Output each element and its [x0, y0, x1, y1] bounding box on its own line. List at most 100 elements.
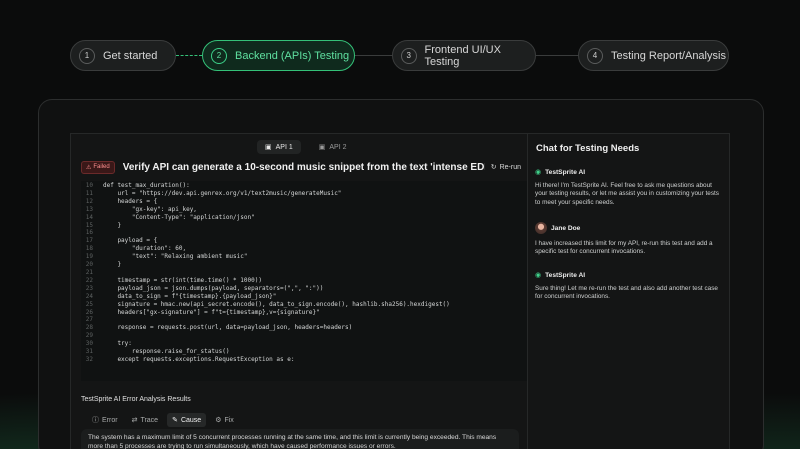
line-number: 20: [85, 261, 93, 269]
code-text: }: [103, 221, 122, 229]
chat-panel: Chat for Testing Needs ◉ TestSprite AI H…: [527, 134, 729, 449]
code-line: 13 "gx-key": api_key,: [81, 206, 527, 214]
code-line: 32 except requests.exceptions.RequestExc…: [81, 356, 527, 364]
chat-message: ◉ TestSprite AI Hi there! I'm TestSprite…: [535, 168, 725, 207]
avatar: [535, 222, 547, 234]
bot-icon: ◉: [535, 169, 542, 176]
tab-label: Trace: [140, 416, 159, 424]
tab-label: Cause: [180, 416, 202, 424]
line-number: 26: [85, 308, 93, 316]
fix-icon: ⚙: [215, 417, 222, 424]
code-text: try:: [103, 340, 132, 348]
code-line: 10 def test_max_duration():: [81, 182, 527, 190]
chat-title: Chat for Testing Needs: [536, 143, 640, 154]
step-label: Testing Report/Analysis: [611, 49, 726, 62]
step-label: Backend (APIs) Testing: [235, 49, 350, 62]
tab-api-1[interactable]: ▣ API 1: [257, 140, 301, 154]
code-line: 17 payload = {: [81, 237, 527, 245]
line-number: 18: [85, 245, 93, 253]
code-text: url = "https://dev.api.genrex.org/v1/tex…: [103, 189, 342, 197]
line-number: 19: [85, 253, 93, 261]
trace-icon: ⇄: [131, 417, 138, 424]
code-line: 29: [81, 332, 527, 340]
analysis-tabs: ⓘ Error ⇄ Trace ✎ Cause ⚙ Fix: [87, 413, 239, 427]
message-sender: Jane Doe: [535, 222, 725, 234]
step-label: Frontend UI/UX Testing: [424, 43, 501, 68]
line-number: 24: [85, 292, 93, 300]
line-number: 11: [85, 189, 93, 197]
code-text: "text": "Relaxing ambient music": [103, 253, 248, 261]
code-line: 31 response.raise_for_status(): [81, 348, 527, 356]
test-title-bar: ⚠ Failed Verify API can generate a 10-se…: [81, 159, 521, 175]
code-text: def test_max_duration():: [103, 182, 190, 189]
camera-icon: ▣: [265, 144, 272, 151]
refresh-icon: ↻: [490, 164, 497, 171]
line-number: 21: [85, 268, 93, 276]
step-connector: [355, 55, 392, 56]
tab-error[interactable]: ⓘ Error: [87, 413, 123, 427]
step-get-started[interactable]: 1 Get started: [70, 40, 176, 71]
rerun-button[interactable]: ↻ Re-run: [490, 163, 521, 172]
line-number: 13: [85, 205, 93, 213]
error-icon: ⓘ: [92, 417, 99, 424]
message-text: Sure thing! Let me re-run the test and a…: [535, 285, 718, 301]
tab-label: API 1: [275, 143, 293, 151]
step-number: 4: [587, 47, 603, 64]
api-tabs: ▣ API 1 ▣ API 2: [257, 140, 355, 154]
code-line: 24 data_to_sign = f"{timestamp}.{payload…: [81, 293, 527, 301]
code-editor[interactable]: 10 def test_max_duration(): 11 url = "http…: [81, 181, 527, 381]
code-text: timestamp = str(int(time.time() * 1000)): [103, 276, 262, 284]
line-number: 10: [85, 182, 93, 189]
step-label: Get started: [103, 49, 158, 62]
step-testing-report[interactable]: 4 Testing Report/Analysis: [578, 40, 729, 71]
tab-cause[interactable]: ✎ Cause: [167, 413, 207, 427]
sender-name: TestSprite AI: [545, 271, 586, 279]
code-line: 28 response = requests.post(url, data=pa…: [81, 324, 527, 332]
code-line: 25 signature = hmac.new(api_secret.encod…: [81, 301, 527, 309]
line-number: 30: [85, 340, 93, 348]
message-text: Hi there! I'm TestSprite AI. Feel free t…: [535, 182, 719, 206]
code-text: "Content-Type": "application/json": [103, 213, 255, 221]
tab-trace[interactable]: ⇄ Trace: [127, 413, 164, 427]
code-line: 19 "text": "Relaxing ambient music": [81, 253, 527, 261]
status-badge-label: Failed: [93, 164, 110, 170]
step-number: 3: [401, 47, 417, 64]
line-number: 29: [85, 332, 93, 340]
code-text: response = requests.post(url, data=paylo…: [103, 324, 353, 332]
line-number: 15: [85, 221, 93, 229]
tab-label: API 2: [329, 143, 347, 151]
message-sender: ◉ TestSprite AI: [535, 271, 725, 280]
code-line: 14 "Content-Type": "application/json": [81, 214, 527, 222]
line-number: 28: [85, 324, 93, 332]
test-title: Verify API can generate a 10-second musi…: [122, 161, 485, 173]
tab-label: Error: [102, 416, 118, 424]
tab-label: Fix: [224, 416, 234, 424]
tab-fix[interactable]: ⚙ Fix: [210, 413, 239, 427]
code-line: 21: [81, 269, 527, 277]
code-line: 30 try:: [81, 340, 527, 348]
tab-api-2[interactable]: ▣ API 2: [311, 140, 355, 154]
code-line: 12 headers = {: [81, 198, 527, 206]
code-text: headers = {: [103, 197, 158, 205]
code-line: 11 url = "https://dev.api.genrex.org/v1/…: [81, 190, 527, 198]
line-number: 27: [85, 316, 93, 324]
message-text: I have increased this limit for my API, …: [535, 240, 713, 256]
step-frontend-testing[interactable]: 3 Frontend UI/UX Testing: [392, 40, 536, 71]
cause-description: The system has a maximum limit of 5 conc…: [81, 429, 519, 449]
step-number: 1: [79, 47, 95, 64]
message-sender: ◉ TestSprite AI: [535, 168, 725, 177]
code-text: payload = {: [103, 237, 158, 245]
line-number: 22: [85, 276, 93, 284]
code-text: except requests.exceptions.RequestExcept…: [103, 355, 295, 363]
editor-panel: ▣ API 1 ▣ API 2 ⚠ Failed Verify API can …: [71, 134, 527, 449]
step-connector: [176, 55, 202, 56]
line-number: 23: [85, 284, 93, 292]
code-text: headers["gx-signature"] = f"t={timestamp…: [103, 308, 320, 316]
chat-message: ◉ TestSprite AI Sure thing! Let me re-ru…: [535, 271, 725, 302]
step-backend-testing[interactable]: 2 Backend (APIs) Testing: [202, 40, 355, 71]
status-badge: ⚠ Failed: [81, 160, 115, 174]
step-number: 2: [211, 47, 227, 64]
code-line: 22 timestamp = str(int(time.time() * 100…: [81, 277, 527, 285]
analysis-title: TestSprite AI Error Analysis Results: [81, 396, 191, 403]
code-line: 16: [81, 229, 527, 237]
